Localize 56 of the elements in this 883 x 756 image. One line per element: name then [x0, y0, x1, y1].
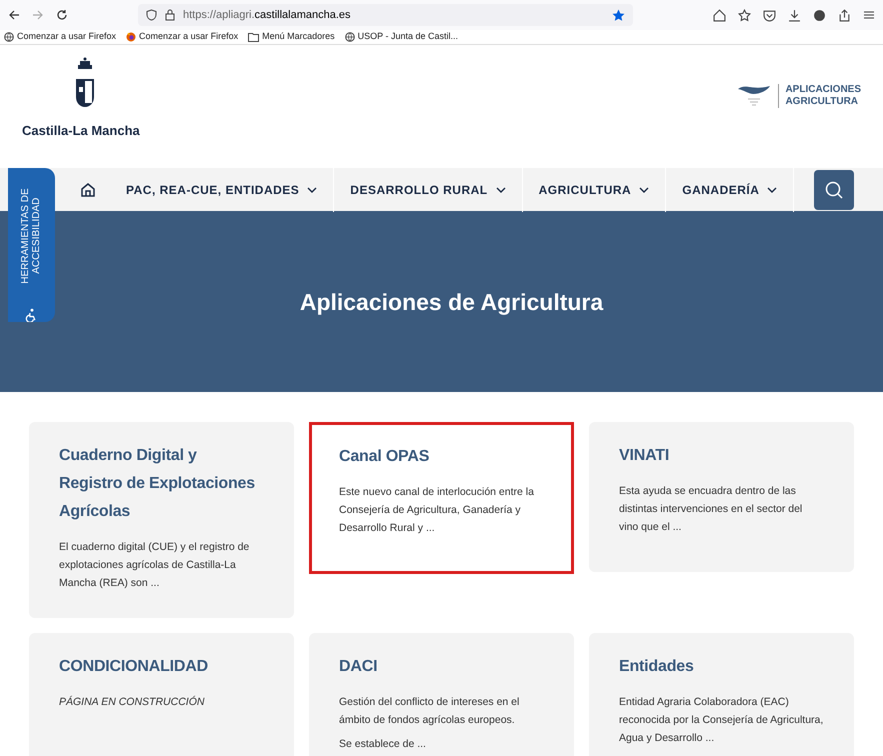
chevron-down-icon	[307, 186, 318, 192]
lock-icon	[165, 9, 175, 21]
pocket-icon[interactable]	[763, 8, 776, 22]
menu-icon[interactable]	[863, 9, 875, 21]
card-description: Este nuevo canal de interlocución entre la Consejería de Agricultura, Ganadería y Desarrollo Rural y ...	[339, 485, 535, 536]
reload-icon[interactable]	[56, 9, 68, 21]
card-title[interactable]: Entidades	[619, 653, 824, 681]
search-button[interactable]	[814, 170, 854, 210]
nav-menu-item[interactable]: GANADERÍA	[666, 167, 794, 212]
url-text: https://apliagri.castillalamancha.es	[183, 8, 351, 23]
card-description: Esta ayuda se encuadra dentro de las distintas intervenciones en el sector del vino que el ...	[619, 484, 804, 535]
card-title[interactable]: DACI	[339, 653, 544, 681]
app-logo-text: APLICACIONES	[785, 84, 861, 96]
bookmark-link[interactable]: Comenzar a usar Firefox	[126, 30, 238, 44]
card-description: Gestión del conflicto de intereses en el ámbito de fondos agrícolas europeos.	[339, 695, 520, 728]
logo-text: Castilla-La Mancha	[22, 122, 140, 140]
home-icon[interactable]	[80, 182, 96, 198]
chevron-down-icon	[496, 186, 506, 192]
card-title[interactable]: CONDICIONALIDAD	[59, 653, 264, 681]
card-title[interactable]: Cuaderno Digital y Registro de Explotaciones Agrícolas	[59, 442, 264, 526]
globe-icon	[344, 32, 355, 42]
shield-icon	[146, 9, 157, 21]
nav-menu-item[interactable]: AGRICULTURA	[522, 167, 666, 212]
chevron-down-icon	[767, 186, 778, 192]
star-icon[interactable]	[612, 8, 625, 22]
bookmark-link[interactable]: Comenzar a usar Firefox	[4, 30, 116, 44]
reading-list-icon[interactable]	[738, 8, 751, 22]
app-card[interactable]: VINATI Esta ayuda se encuadra dentro de las distintas intervenciones en el sector del vino que el ...	[589, 422, 854, 572]
bookmark-link[interactable]: USOP - Junta de Castil...	[344, 30, 458, 44]
bookmark-link[interactable]: Menú Marcadores	[248, 30, 335, 44]
home-icon[interactable]	[713, 8, 726, 22]
app-card[interactable]: Canal OPAS Este nuevo canal de interlocución entre la Consejería de Agricultura, Ganadería y Desarrollo Rural y ...	[309, 422, 574, 574]
card-description: Entidad Agraria Colaboradora (EAC) reconocida por la Consejería de Agricultura, Agua y Desarrollo ...	[619, 695, 824, 746]
globe-icon	[4, 32, 14, 42]
card-description: PÁGINA EN CONSTRUCCIÓN	[59, 694, 206, 710]
app-card[interactable]: CONDICIONALIDAD PÁGINA EN CONSTRUCCIÓN	[29, 633, 294, 756]
firefox-icon	[126, 32, 136, 42]
card-description: El cuaderno digital (CUE) y el registro de explotaciones agrícolas de Castilla-La Mancha (REA) son ...	[59, 540, 250, 591]
card-description: Se establece de ...	[339, 737, 427, 752]
folder-icon	[248, 32, 260, 42]
app-logo-text: AGRICULTURA	[785, 96, 860, 108]
nav-menu-item[interactable]: DESARROLLO RURAL	[334, 167, 523, 212]
card-title[interactable]: VINATI	[619, 442, 824, 470]
app-card[interactable]: Cuaderno Digital y Registro de Explotaciones Agrícolas El cuaderno digital (CUE) y el registro de explotaciones agrícolas de Castilla-La Mancha (REA) son ...	[29, 422, 294, 618]
back-icon[interactable]	[8, 9, 20, 21]
share-icon[interactable]	[838, 8, 851, 22]
address-bar[interactable]: https://apliagri.castillalamancha.es	[138, 4, 633, 26]
app-card[interactable]: DACI Gestión del conflicto de intereses en el ámbito de fondos agrícolas europeos. Se establece de ...	[309, 633, 574, 756]
download-icon[interactable]	[788, 8, 801, 22]
card-title[interactable]: Canal OPAS	[339, 443, 544, 471]
search-icon	[824, 180, 844, 200]
hero-title: Aplicaciones de Agricultura	[300, 288, 604, 318]
accessibility-tab[interactable]: HERRAMIENTAS DE ACCESIBILIDAD	[8, 168, 55, 322]
nav-menu-item[interactable]: PAC, REA-CUE, ENTIDADES	[110, 167, 334, 212]
app-card[interactable]: Entidades Entidad Agraria Colaboradora (EAC) reconocida por la Consejería de Agricultura, Agua y Desarrollo ...	[589, 633, 854, 756]
chevron-down-icon	[639, 186, 650, 192]
